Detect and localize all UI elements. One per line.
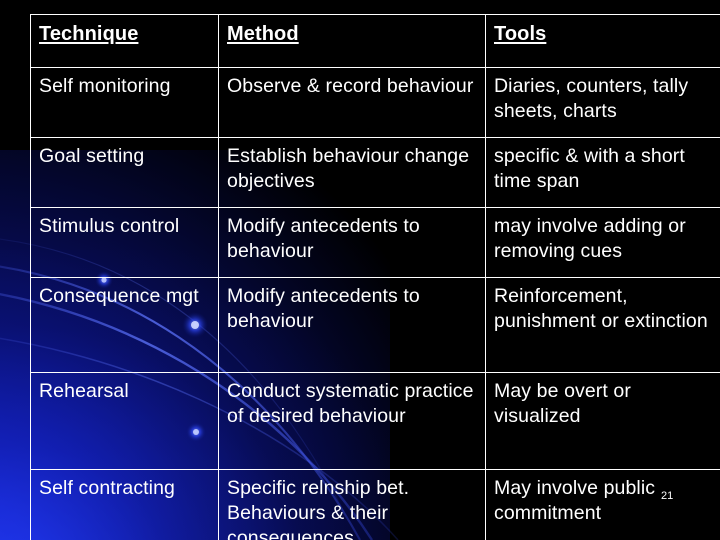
cell-tools: May involve public commitment — [485, 469, 720, 540]
cell-method: Conduct systematic practice of desired b… — [218, 372, 486, 470]
cell-tools: May be overt or visualized — [485, 372, 720, 470]
cell-method: Specific relnship bet. Behaviours & thei… — [218, 469, 486, 540]
table-row: Self contracting Specific relnship bet. … — [30, 469, 720, 540]
techniques-table: Technique Method Tools Self monitoring O… — [30, 14, 720, 540]
table-row: Stimulus control Modify antecedents to b… — [30, 207, 720, 278]
table-row: Consequence mgt Modify antecedents to be… — [30, 277, 720, 373]
techniques-table-wrapper: Technique Method Tools Self monitoring O… — [30, 14, 720, 540]
cell-method: Modify antecedents to behaviour — [218, 207, 486, 278]
table-row: Rehearsal Conduct systematic practice of… — [30, 372, 720, 470]
cell-method: Establish behaviour change objectives — [218, 137, 486, 208]
cell-technique: Goal setting — [30, 137, 219, 208]
slide-canvas: Technique Method Tools Self monitoring O… — [0, 0, 720, 540]
column-header-method: Method — [218, 14, 486, 68]
table-header-row: Technique Method Tools — [30, 14, 720, 68]
cell-technique: Stimulus control — [30, 207, 219, 278]
cell-technique: Rehearsal — [30, 372, 219, 470]
column-header-method-label: Method — [227, 23, 299, 45]
column-header-tools-label: Tools — [494, 23, 547, 45]
column-header-technique: Technique — [30, 14, 219, 68]
cell-method: Modify antecedents to behaviour — [218, 277, 486, 373]
table-row: Goal setting Establish behaviour change … — [30, 137, 720, 208]
cell-technique: Self monitoring — [30, 67, 219, 138]
column-header-tools: Tools — [485, 14, 720, 68]
cell-tools: Reinforcement, punishment or extinction — [485, 277, 720, 373]
cell-tools: may involve adding or removing cues — [485, 207, 720, 278]
slide-number: 21 — [661, 490, 674, 502]
column-header-technique-label: Technique — [39, 23, 139, 45]
cell-method: Observe & record behaviour — [218, 67, 486, 138]
cell-tools: Diaries, counters, tally sheets, charts — [485, 67, 720, 138]
table-row: Self monitoring Observe & record behavio… — [30, 67, 720, 138]
cell-technique: Consequence mgt — [30, 277, 219, 373]
cell-technique: Self contracting — [30, 469, 219, 540]
cell-tools: specific & with a short time span — [485, 137, 720, 208]
